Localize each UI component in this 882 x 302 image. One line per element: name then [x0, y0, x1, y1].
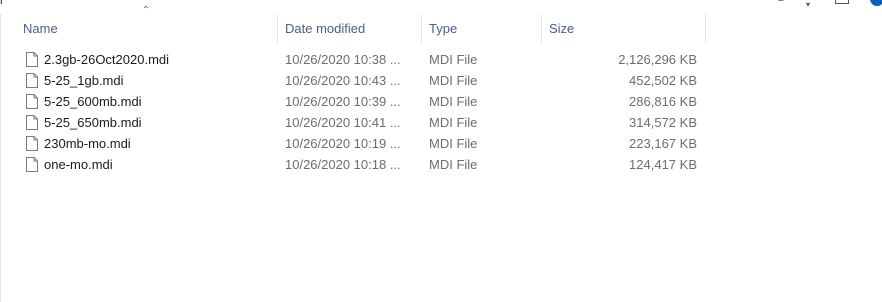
file-row[interactable]: 5-25_600mb.mdi 10/26/2020 10:39 ... MDI … [0, 91, 882, 112]
file-list: 2.3gb-26Oct2020.mdi 10/26/2020 10:38 ...… [0, 49, 882, 175]
column-divider[interactable] [705, 14, 706, 43]
file-name[interactable]: 5-25_650mb.mdi [44, 112, 274, 133]
column-header-type[interactable]: Type [422, 14, 542, 43]
column-header-row: ⌃ Name Date modified Type Size [1, 6, 882, 43]
view-details-icon[interactable]: ≡ [778, 0, 794, 5]
file-date-modified: 10/26/2020 10:39 ... [285, 94, 401, 109]
file-name[interactable]: 5-25_1gb.mdi [44, 70, 274, 91]
file-name[interactable]: 230mb-mo.mdi [44, 133, 274, 154]
file-date-modified: 10/26/2020 10:38 ... [285, 52, 401, 67]
file-name[interactable]: 2.3gb-26Oct2020.mdi [44, 49, 274, 70]
document-file-icon [26, 136, 38, 151]
document-file-icon [26, 73, 38, 88]
file-type: MDI File [429, 115, 478, 130]
file-row[interactable]: 5-25_650mb.mdi 10/26/2020 10:41 ... MDI … [0, 112, 882, 133]
file-name[interactable]: one-mo.mdi [44, 154, 274, 175]
file-explorer-window: r ≡ ▾ ⌃ Name Date modified Type Size [0, 0, 882, 302]
column-header-date-modified[interactable]: Date modified [278, 14, 422, 43]
file-date-modified: 10/26/2020 10:41 ... [285, 115, 401, 130]
file-row[interactable]: 2.3gb-26Oct2020.mdi 10/26/2020 10:38 ...… [0, 49, 882, 70]
file-date-modified: 10/26/2020 10:18 ... [285, 157, 401, 172]
file-size: 286,816 KB [629, 94, 697, 109]
file-size: 223,167 KB [629, 136, 697, 151]
column-header-size[interactable]: Size [542, 14, 706, 43]
column-header-size-label: Size [549, 21, 575, 36]
chevron-down-icon[interactable]: ▾ [806, 0, 812, 9]
file-type: MDI File [429, 157, 478, 172]
file-size: 314,572 KB [629, 115, 697, 130]
toolbar-strip: r ≡ ▾ [0, 0, 882, 13]
file-type: MDI File [429, 136, 478, 151]
window-title-fragment: r [0, 0, 4, 7]
file-size: 2,126,296 KB [618, 52, 697, 67]
document-file-icon [26, 115, 38, 130]
column-header-name-label: Name [23, 21, 58, 36]
file-row[interactable]: 230mb-mo.mdi 10/26/2020 10:19 ... MDI Fi… [0, 133, 882, 154]
column-header-date-label: Date modified [285, 21, 366, 36]
file-type: MDI File [429, 52, 478, 67]
file-date-modified: 10/26/2020 10:43 ... [285, 73, 401, 88]
file-type: MDI File [429, 73, 478, 88]
help-icon[interactable] [870, 0, 882, 6]
file-date-modified: 10/26/2020 10:19 ... [285, 136, 401, 151]
file-size: 124,417 KB [629, 157, 697, 172]
file-type: MDI File [429, 94, 478, 109]
document-file-icon [26, 157, 38, 172]
file-name[interactable]: 5-25_600mb.mdi [44, 91, 274, 112]
column-header-name[interactable]: Name [16, 14, 278, 43]
file-size: 452,502 KB [629, 73, 697, 88]
document-file-icon [26, 94, 38, 109]
preview-pane-icon[interactable] [835, 0, 849, 4]
file-row[interactable]: 5-25_1gb.mdi 10/26/2020 10:43 ... MDI Fi… [0, 70, 882, 91]
document-file-icon [26, 52, 38, 67]
column-header-type-label: Type [429, 21, 458, 36]
file-row[interactable]: one-mo.mdi 10/26/2020 10:18 ... MDI File… [0, 154, 882, 175]
